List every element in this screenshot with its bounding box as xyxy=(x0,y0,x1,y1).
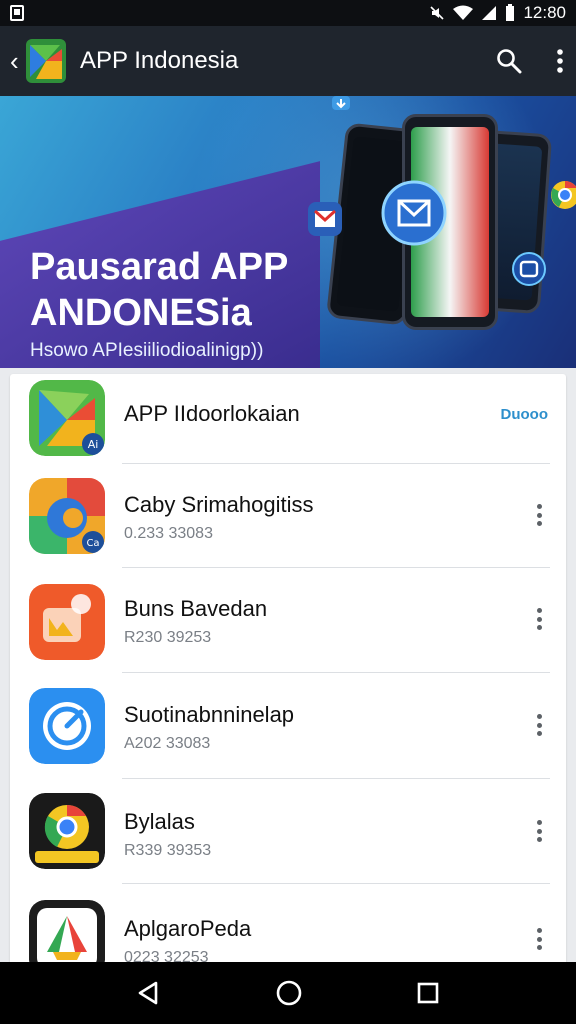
svg-text:Ai: Ai xyxy=(88,438,99,451)
photo-app-icon xyxy=(29,584,105,660)
system-nav-bar xyxy=(0,962,576,1024)
signal-icon xyxy=(482,6,497,20)
chrome-dark-icon xyxy=(29,793,105,869)
back-chevron-icon[interactable]: ‹ xyxy=(10,46,24,77)
mute-icon xyxy=(430,6,445,20)
envelope-badge-icon xyxy=(381,180,447,246)
app-name: APP IIdoorlokaian xyxy=(124,401,300,426)
app-logo-icon xyxy=(26,39,66,83)
more-options-button[interactable] xyxy=(536,820,542,842)
app-indonesia-icon: Ai xyxy=(29,380,105,456)
install-button[interactable]: Duooo xyxy=(501,406,548,423)
camera-float-icon xyxy=(512,252,546,286)
status-bar: 12:80 xyxy=(0,0,576,26)
photo-icon xyxy=(10,5,24,21)
list-item[interactable]: Ca Caby Srimahogitiss 0.233 33083 xyxy=(10,464,566,569)
list-item[interactable]: Buns Bavedan R230 39253 xyxy=(10,568,566,673)
banner-title-line1: Pausarad APP xyxy=(30,246,289,288)
more-vert-icon[interactable] xyxy=(556,48,564,74)
app-name: Suotinabnninelap xyxy=(124,702,295,727)
more-options-button[interactable] xyxy=(536,608,542,630)
app-name: Bylalas xyxy=(124,809,195,834)
app-meta: R339 39353 xyxy=(124,842,212,859)
app-meta: 0.233 33083 xyxy=(124,525,213,542)
status-icons: 12:80 xyxy=(429,3,566,23)
chrome-float-icon xyxy=(551,181,576,209)
list-item[interactable]: AplgaroPeda 0223 32253 xyxy=(10,884,566,974)
svg-text:Ca: Ca xyxy=(86,538,99,549)
download-float-icon xyxy=(332,96,350,110)
banner-title-line2: ANDONESia xyxy=(30,292,252,334)
gmail-float-icon xyxy=(308,202,342,236)
app-name: Caby Srimahogitiss xyxy=(124,492,314,517)
battery-icon xyxy=(506,4,515,21)
promo-banner[interactable]: Pausarad APP ANDONESia Hsowo APIesiiliod… xyxy=(0,96,576,368)
list-item[interactable]: Bylalas R339 39353 xyxy=(10,779,566,884)
banner-subtitle: Hsowo APIesiiliodioalinigp)) xyxy=(30,340,264,361)
back-icon[interactable] xyxy=(136,980,162,1006)
more-options-button[interactable] xyxy=(536,504,542,526)
chrome-style-icon: Ca xyxy=(29,478,105,554)
clock: 12:80 xyxy=(523,3,566,22)
home-icon[interactable] xyxy=(275,979,303,1007)
app-bar: ‹ APP Indonesia xyxy=(0,26,576,96)
recents-icon[interactable] xyxy=(416,981,440,1005)
app-name: Buns Bavedan xyxy=(124,596,268,621)
app-name: AplgaroPeda xyxy=(124,916,252,941)
list-item[interactable]: Suotinabnninelap A202 33083 xyxy=(10,673,566,779)
search-icon[interactable] xyxy=(496,48,522,74)
more-options-button[interactable] xyxy=(536,928,542,950)
wifi-icon xyxy=(453,5,474,20)
app-meta: A202 33083 xyxy=(124,735,211,752)
app-title: APP Indonesia xyxy=(80,47,239,74)
compass-app-icon xyxy=(29,688,105,764)
app-list: Ai APP IIdoorlokaian Duooo Ca Caby Srima… xyxy=(10,374,566,974)
app-meta: R230 39253 xyxy=(124,629,212,646)
more-options-button[interactable] xyxy=(536,714,542,736)
